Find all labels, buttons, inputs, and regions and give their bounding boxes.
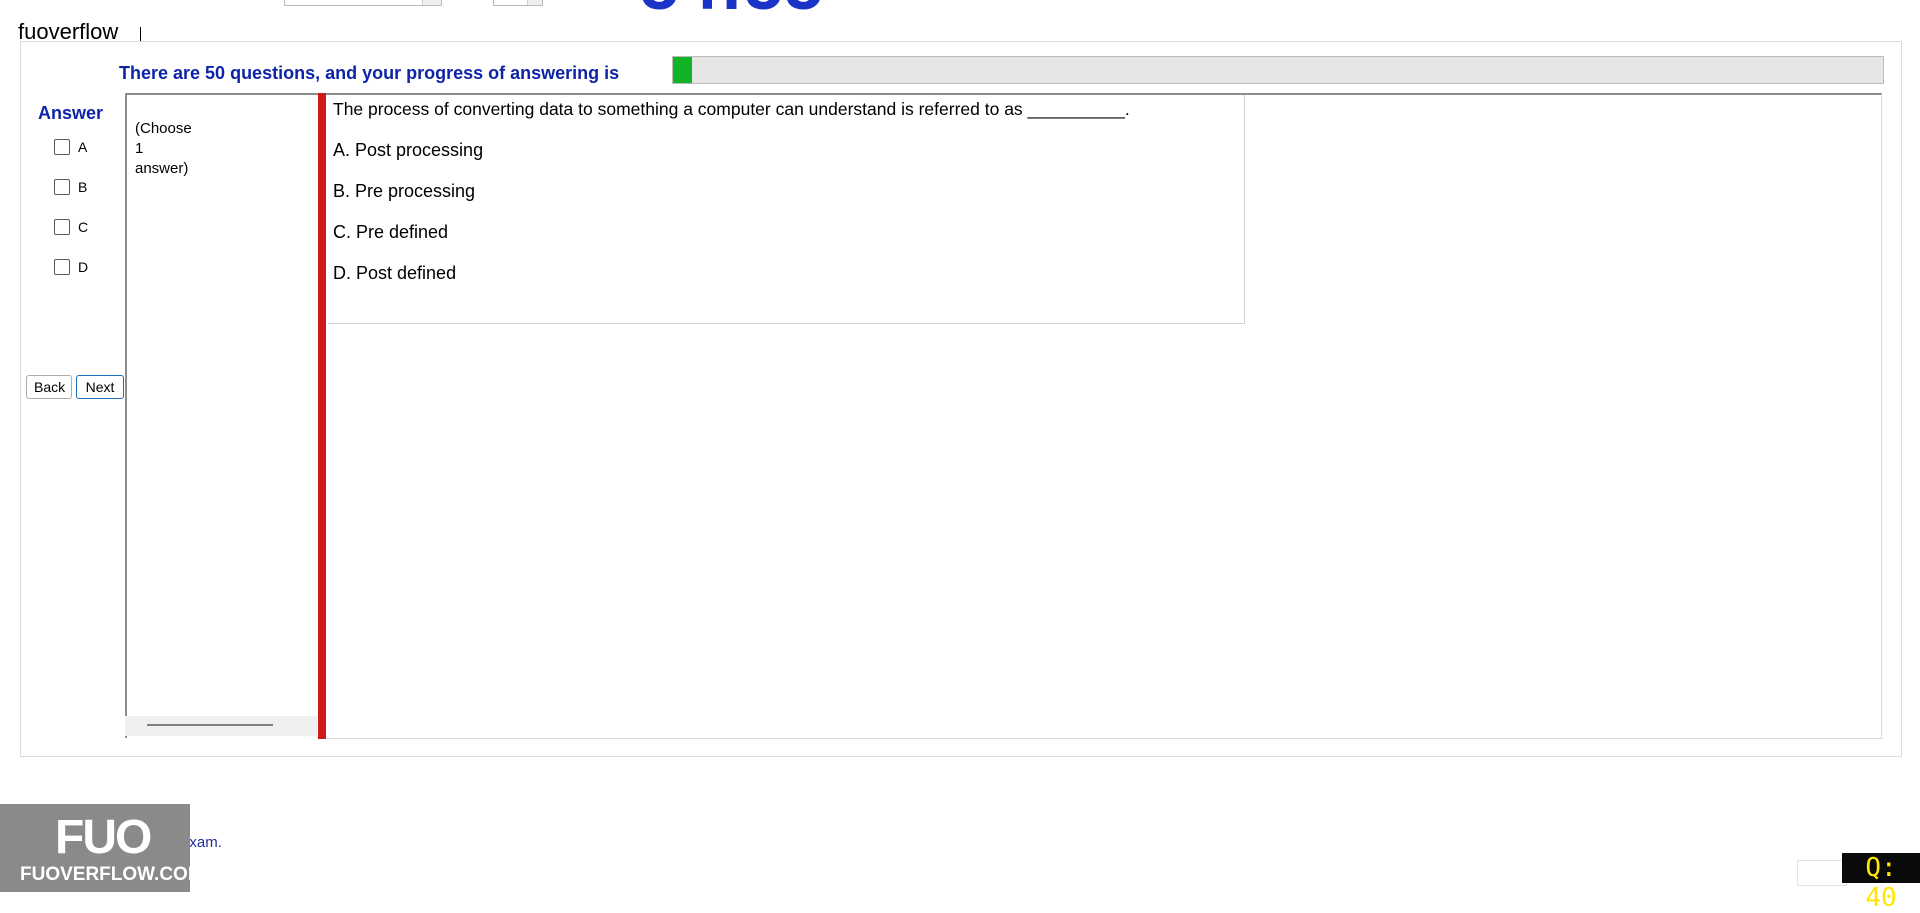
choose-hint: (Choose 1 answer) — [135, 119, 215, 179]
answer-option-label: D — [78, 259, 89, 275]
splitter-bar[interactable] — [318, 93, 326, 739]
watermark-logo: FUO FUOVERFLOW.COM — [0, 804, 204, 892]
checkbox[interactable] — [54, 139, 70, 155]
answer-option-label: C — [78, 219, 89, 235]
instruction-panel — [125, 93, 319, 738]
choose-hint-line: 1 — [135, 140, 144, 157]
next-button[interactable]: Next — [76, 375, 124, 399]
choose-hint-line: answer) — [135, 160, 189, 177]
scrollbar-thumb[interactable] — [147, 724, 273, 726]
answer-option-label: B — [78, 179, 88, 195]
back-button[interactable]: Back — [26, 375, 72, 399]
answer-option-b[interactable]: B — [54, 179, 87, 195]
choose-hint-line: (Choose — [135, 120, 192, 137]
logo-text: FUOVERFLOW.COM — [20, 864, 204, 885]
question-text: The process of converting data to someth… — [333, 99, 1130, 119]
question-number-badge: Q: 40 — [1842, 853, 1920, 913]
logo-mark: FUO — [55, 811, 152, 864]
progress-label: There are 50 questions, and your progres… — [119, 63, 620, 83]
checkbox[interactable] — [54, 259, 70, 275]
top-dropdown[interactable] — [284, 0, 442, 6]
answer-heading: Answer — [38, 103, 104, 123]
chevron-down-icon — [422, 0, 441, 5]
question-option-b: B. Pre processing — [333, 181, 476, 201]
answer-option-a[interactable]: A — [54, 139, 87, 155]
answer-option-c[interactable]: C — [54, 219, 88, 235]
chevron-down-icon — [527, 0, 542, 5]
progress-bar — [672, 56, 1884, 84]
question-option-a: A. Post processing — [333, 140, 484, 160]
horizontal-scrollbar[interactable] — [125, 716, 317, 736]
question-option-d: D. Post defined — [333, 263, 457, 283]
question-option-c: C. Pre defined — [333, 222, 449, 242]
small-input[interactable] — [1797, 860, 1847, 886]
answer-option-d[interactable]: D — [54, 259, 88, 275]
answer-option-label: A — [78, 139, 88, 155]
checkbox[interactable] — [54, 179, 70, 195]
question-box — [328, 95, 1245, 324]
checkbox[interactable] — [54, 219, 70, 235]
progress-fill — [673, 57, 693, 83]
timer: 54:55 — [640, 0, 824, 20]
top-spinner[interactable] — [493, 0, 543, 6]
